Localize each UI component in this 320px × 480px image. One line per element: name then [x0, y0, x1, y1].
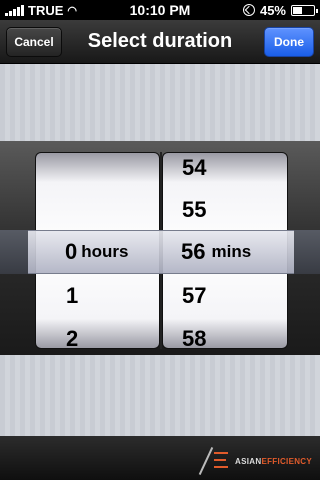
logo-text: ASIANEFFICIENCY: [235, 457, 312, 466]
cancel-button[interactable]: Cancel: [6, 27, 62, 57]
minutes-wheel-item[interactable]: 57: [163, 274, 287, 318]
signal-strength-icon: [5, 4, 24, 16]
battery-icon: [291, 4, 318, 16]
carrier-info: TRUE ◠: [5, 3, 115, 18]
status-bar: TRUE ◠ 10:10 PM 45%: [0, 0, 320, 20]
done-button[interactable]: Done: [264, 27, 314, 57]
battery-percentage: 45%: [259, 2, 286, 18]
selected-minutes: 56 mins: [28, 231, 251, 273]
wifi-icon: ◠: [67, 4, 77, 17]
hours-wheel-item[interactable]: [36, 188, 159, 232]
selected-minutes-value: 56: [181, 239, 206, 264]
logo: ASIANEFFICIENCY: [198, 446, 312, 476]
minutes-wheel-item[interactable]: 55: [163, 188, 287, 232]
logo-text-part1: ASIAN: [235, 456, 262, 466]
hours-wheel-item[interactable]: 1: [36, 274, 159, 318]
hours-wheel-item[interactable]: 2: [36, 317, 159, 348]
minutes-wheel-item[interactable]: 54: [163, 153, 287, 190]
navigation-bar: Cancel Select duration Done: [0, 20, 320, 64]
hours-wheel-item[interactable]: [36, 153, 159, 190]
rotation-lock-icon: [242, 4, 255, 16]
logo-text-part2: EFFICIENCY: [261, 456, 312, 466]
logo-mark-icon: [198, 446, 231, 476]
minutes-wheel-item[interactable]: 58: [163, 317, 287, 348]
picker-selection-indicator: 0 hours 56 mins: [28, 230, 294, 274]
carrier-name: TRUE: [28, 2, 64, 18]
selected-minutes-unit: mins: [211, 242, 252, 261]
